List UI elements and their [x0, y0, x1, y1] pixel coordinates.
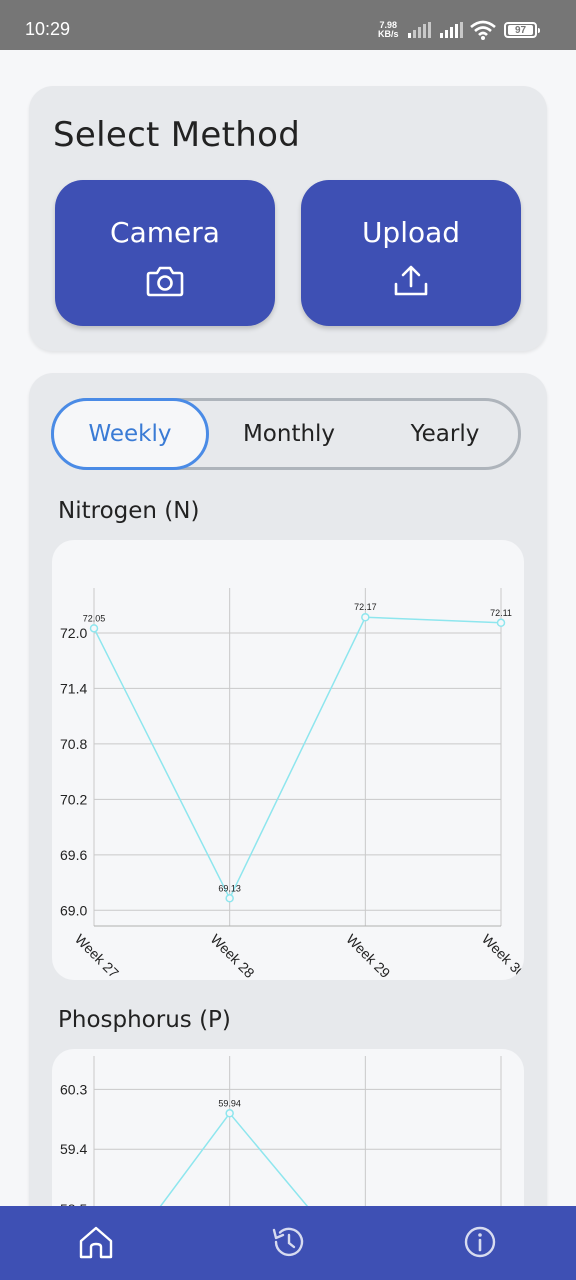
y-tick-label: 70.2 [60, 791, 87, 807]
data-point [225, 894, 234, 903]
x-tick-label: Week 27 [72, 931, 122, 980]
network-speed-unit: KB/s [378, 29, 399, 39]
data-label: 69.13 [218, 883, 241, 893]
period-toggle: Weekly Monthly Yearly [51, 398, 521, 470]
signal-icon-2 [440, 22, 463, 38]
camera-button-label: Camera [110, 216, 220, 249]
data-point [361, 612, 370, 622]
status-bar: 10:29 7.98 KB/s 97 [0, 0, 576, 50]
battery-level: 97 [508, 25, 533, 36]
y-tick-label: 69.0 [60, 902, 87, 918]
bottom-nav [0, 1206, 576, 1280]
data-label: 72.05 [83, 613, 106, 623]
y-tick-label: 71.4 [60, 680, 87, 696]
x-tick-label: Week 28 [208, 931, 258, 980]
upload-button-label: Upload [361, 216, 461, 249]
status-time: 10:29 [25, 19, 71, 39]
data-label: 72.17 [354, 602, 377, 612]
nitrogen-chart-title: Nitrogen (N) [58, 498, 200, 524]
tab-yearly[interactable]: Yearly [370, 401, 520, 467]
upload-icon [394, 265, 428, 296]
nitrogen-chart: 72.0 71.4 70.8 70.2 69.6 69.0 Week 27 Week 28 We… [52, 540, 524, 980]
signal-icon [408, 22, 431, 38]
data-point [496, 618, 506, 628]
y-tick-label: 69.6 [60, 847, 87, 863]
data-point [89, 624, 99, 633]
info-icon[interactable] [460, 1222, 500, 1262]
phosphorus-chart-title: Phosphorus (P) [58, 1007, 231, 1033]
upload-button[interactable]: Upload [301, 180, 521, 326]
home-icon[interactable] [76, 1222, 116, 1262]
x-tick-label: Week 29 [343, 931, 393, 980]
y-tick-label: 70.8 [60, 736, 87, 752]
battery-icon: 97 [504, 22, 540, 38]
wifi-icon [470, 20, 496, 40]
network-speed: 7.98 KB/s [378, 21, 399, 39]
data-label: 72.11 [490, 608, 512, 618]
select-method-title: Select Method [53, 115, 301, 155]
camera-icon [146, 266, 184, 297]
series-line [93, 616, 502, 900]
tab-weekly[interactable]: Weekly [51, 398, 209, 470]
y-tick-label: 72.0 [60, 625, 87, 641]
history-icon[interactable] [268, 1222, 308, 1262]
nitrogen-chart-svg: 72.0 71.4 70.8 70.2 69.6 69.0 Week 27 Week 28 We… [60, 588, 524, 980]
y-tick-label: 60.3 [60, 1081, 87, 1097]
select-method-card: Select Method Camera Upload [29, 86, 547, 351]
data-label: 59.94 [218, 1098, 241, 1108]
data-point [225, 1109, 234, 1118]
camera-button[interactable]: Camera [55, 180, 275, 326]
x-tick-label: Week 30 [479, 931, 524, 980]
y-tick-label: 59.4 [60, 1141, 87, 1157]
tab-monthly[interactable]: Monthly [214, 401, 364, 467]
stats-card: Weekly Monthly Yearly Nitrogen (N) 72.0 7… [29, 373, 547, 1280]
